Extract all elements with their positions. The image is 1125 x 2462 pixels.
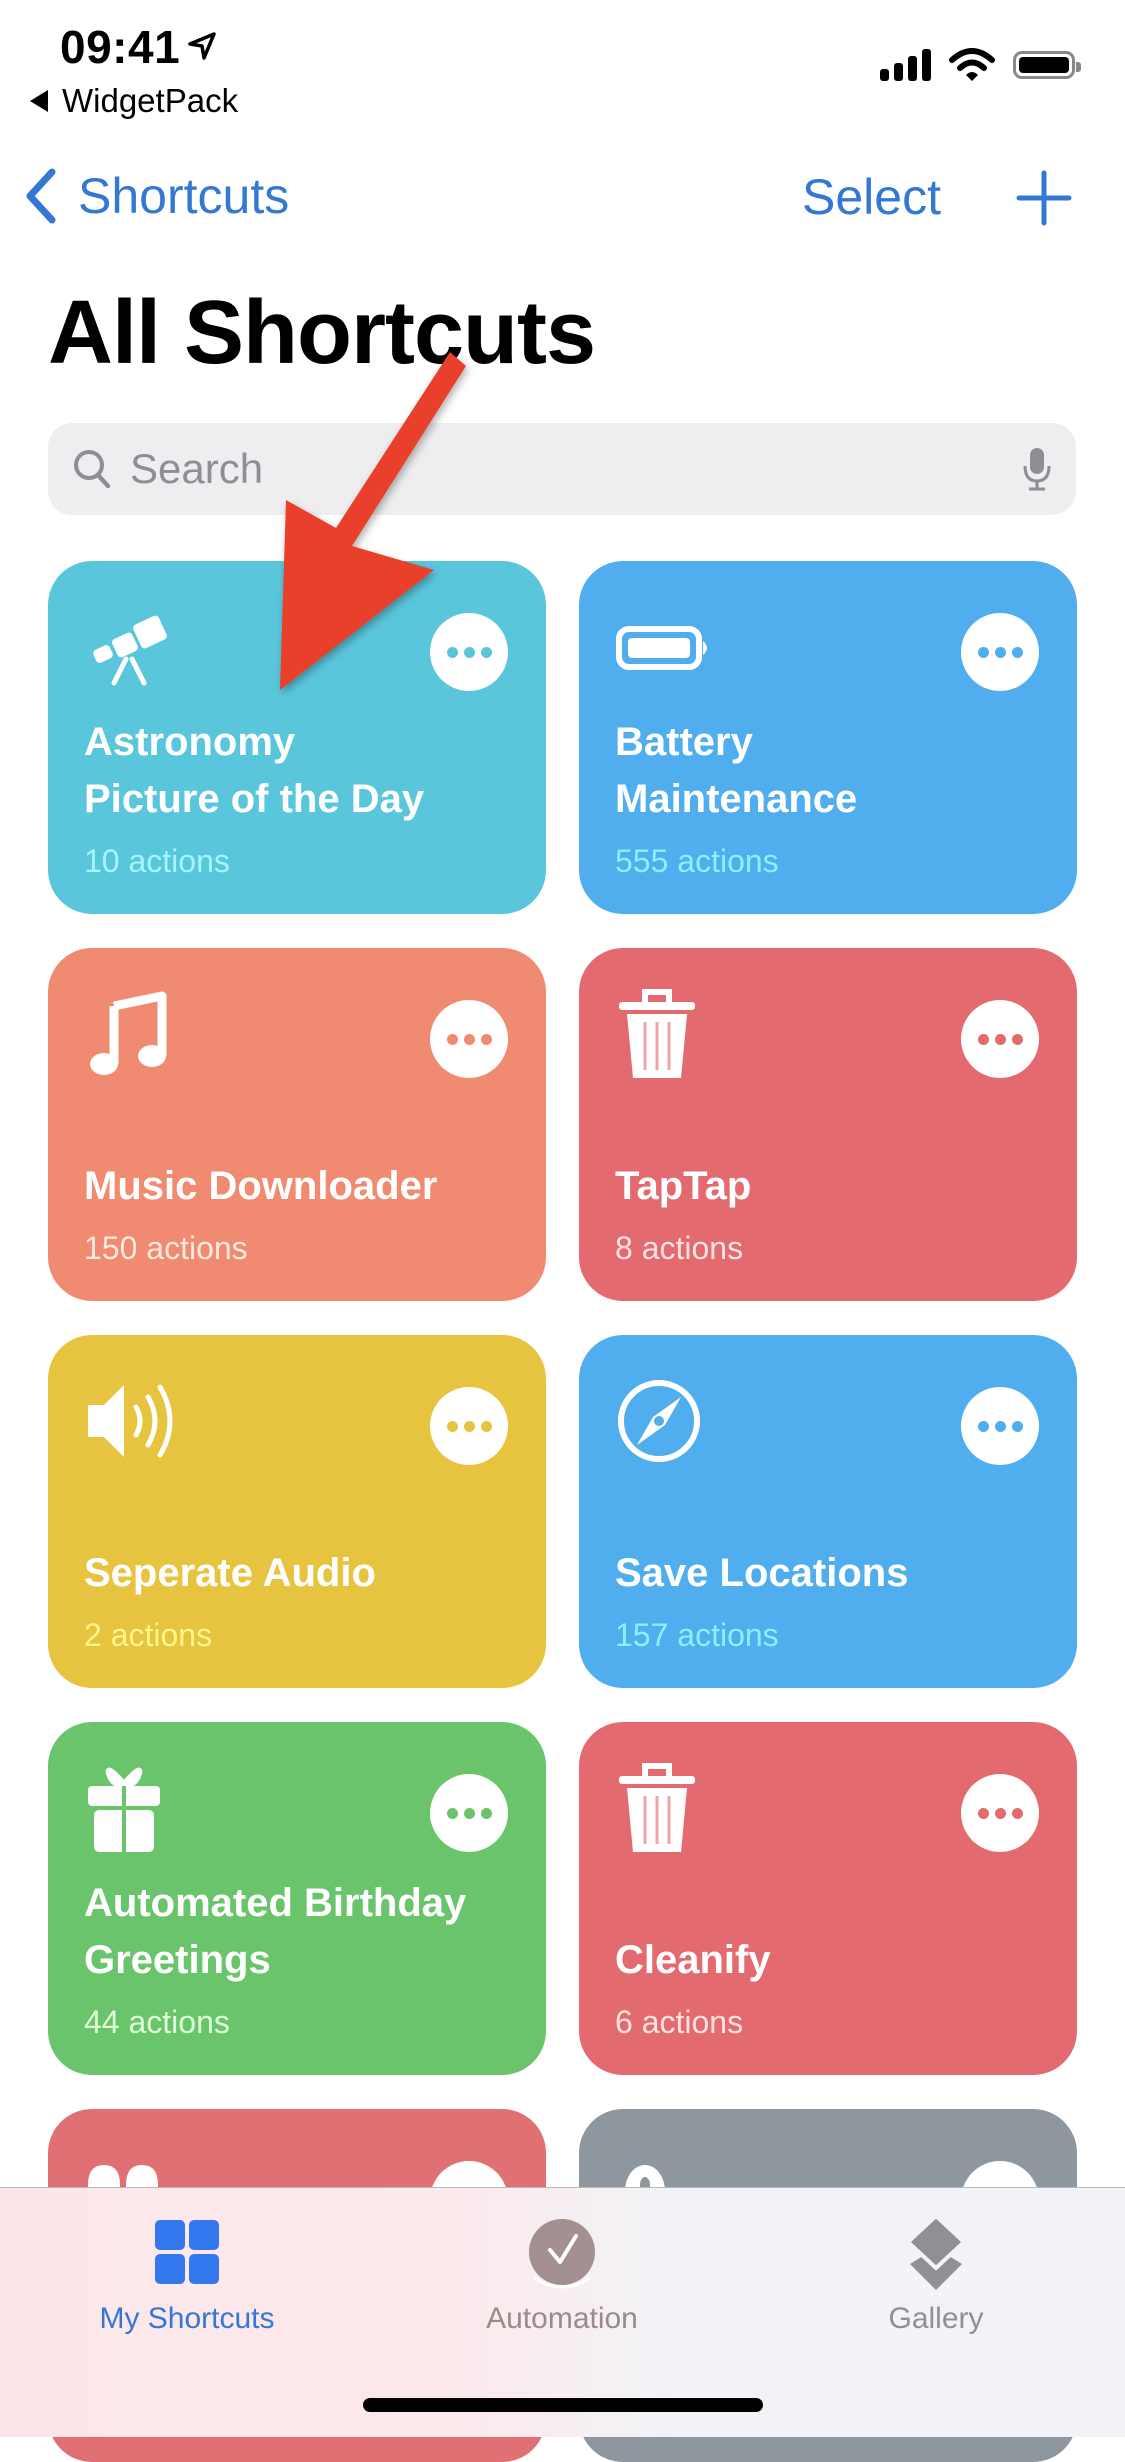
- shortcut-action-count: 44 actions: [84, 2004, 230, 2040]
- more-options-button[interactable]: [961, 613, 1039, 691]
- chevron-left-icon: [26, 168, 56, 224]
- microphone-icon[interactable]: [1022, 446, 1052, 492]
- speaker-icon: [84, 1371, 184, 1471]
- tab-automation[interactable]: Automation: [432, 2212, 692, 2336]
- shortcut-title: Seperate Audio: [84, 1551, 376, 1595]
- more-options-button[interactable]: [430, 1000, 508, 1078]
- shortcut-action-count: 150 actions: [84, 1230, 248, 1266]
- shortcut-action-count: 6 actions: [615, 2004, 744, 2040]
- shortcut-title: Astronomy Picture of the Day: [84, 720, 425, 821]
- shortcut-action-count: 157 actions: [615, 1617, 779, 1653]
- shortcut-title: Save Locations: [615, 1551, 909, 1595]
- shortcut-title: Automated Birthday Greetings: [84, 1881, 467, 1982]
- shortcut-card[interactable]: Battery Maintenance 555 actions: [579, 561, 1077, 914]
- back-triangle-icon: [30, 90, 48, 112]
- plus-icon[interactable]: [1016, 170, 1072, 226]
- back-button-label: Shortcuts: [78, 168, 290, 224]
- status-icons: [880, 48, 1081, 82]
- back-to-app-link[interactable]: WidgetPack: [30, 82, 238, 120]
- shortcut-card[interactable]: TapTap 8 actions: [579, 948, 1077, 1301]
- location-arrow-icon: [188, 32, 216, 60]
- status-bar: 09:41 WidgetPack: [0, 0, 1125, 120]
- more-options-button[interactable]: [961, 1000, 1039, 1078]
- search-bar[interactable]: [48, 423, 1076, 515]
- gift-icon: [84, 1758, 184, 1858]
- tab-label: Automation: [486, 2302, 638, 2335]
- shortcut-title: Battery Maintenance: [615, 720, 858, 821]
- trash-icon: [615, 984, 715, 1084]
- grid-icon: [155, 2220, 219, 2284]
- telescope-icon: [84, 597, 184, 697]
- tab-label: Gallery: [888, 2302, 984, 2335]
- more-options-button[interactable]: [430, 1774, 508, 1852]
- search-input[interactable]: [128, 444, 1022, 494]
- navigation-bar: Shortcuts Select: [0, 160, 1125, 240]
- shortcut-title: Music Downloader: [84, 1164, 438, 1208]
- layers-icon: [905, 2213, 967, 2290]
- back-app-label: WidgetPack: [62, 82, 239, 119]
- shortcut-title: Cleanify: [615, 1938, 771, 1982]
- shortcut-card[interactable]: Music Downloader 150 actions: [48, 948, 546, 1301]
- search-icon: [74, 450, 111, 489]
- shortcut-card[interactable]: Astronomy Picture of the Day 10 actions: [48, 561, 546, 914]
- select-button[interactable]: Select: [802, 168, 941, 226]
- more-options-button[interactable]: [961, 1387, 1039, 1465]
- tab-label: My Shortcuts: [99, 2302, 275, 2335]
- more-options-button[interactable]: [430, 1387, 508, 1465]
- shortcut-card[interactable]: Save Locations 157 actions: [579, 1335, 1077, 1688]
- tab-my-shortcuts[interactable]: My Shortcuts: [57, 2212, 317, 2336]
- shortcut-card[interactable]: Seperate Audio 2 actions: [48, 1335, 546, 1688]
- battery-icon: [615, 597, 715, 697]
- battery-icon: [1013, 51, 1081, 79]
- shortcut-action-count: 2 actions: [84, 1617, 213, 1653]
- music-note-icon: [84, 984, 184, 1084]
- compass-icon: [615, 1371, 715, 1471]
- shortcut-action-count: 555 actions: [615, 843, 779, 879]
- shortcut-card[interactable]: Cleanify 6 actions: [579, 1722, 1077, 2075]
- shortcut-action-count: 10 actions: [84, 843, 230, 879]
- clock-check-icon: [529, 2219, 595, 2289]
- more-options-button[interactable]: [961, 1774, 1039, 1852]
- shortcut-action-count: 8 actions: [615, 1230, 744, 1266]
- more-options-button[interactable]: [430, 613, 508, 691]
- status-time: 09:41: [60, 21, 181, 73]
- signal-icon: [880, 49, 931, 81]
- tab-gallery[interactable]: Gallery: [806, 2212, 1066, 2336]
- shortcut-card[interactable]: Automated Birthday Greetings 44 actions: [48, 1722, 546, 2075]
- back-button[interactable]: Shortcuts: [24, 166, 289, 226]
- shortcut-title: TapTap: [615, 1164, 752, 1208]
- trash-icon: [615, 1758, 715, 1858]
- wifi-icon: [949, 48, 995, 81]
- page-title: All Shortcuts: [48, 283, 596, 383]
- home-indicator: [363, 2398, 763, 2412]
